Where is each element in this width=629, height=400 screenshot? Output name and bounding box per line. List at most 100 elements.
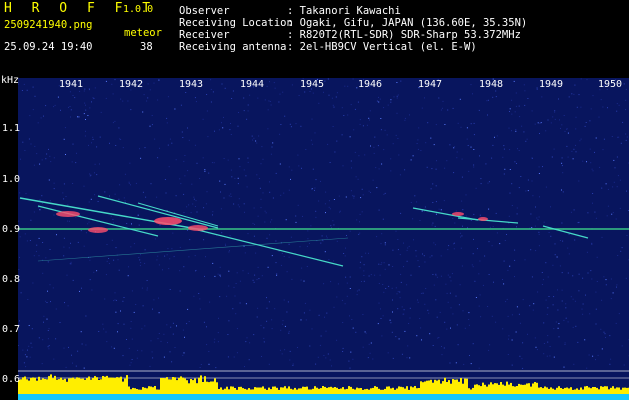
noise-speckle bbox=[537, 122, 539, 124]
signal-level-bar bbox=[82, 378, 84, 394]
noise-speckle bbox=[128, 181, 130, 183]
noise-speckle bbox=[504, 240, 506, 241]
noise-speckle bbox=[41, 159, 43, 161]
noise-speckle bbox=[352, 78, 354, 80]
noise-speckle bbox=[327, 353, 329, 355]
noise-speckle bbox=[581, 308, 583, 310]
meteor-trail bbox=[412, 207, 479, 221]
noise-speckle bbox=[485, 163, 487, 165]
noise-speckle bbox=[409, 357, 411, 359]
noise-speckle bbox=[378, 263, 380, 265]
signal-level-bar bbox=[472, 387, 474, 394]
noise-speckle bbox=[567, 272, 569, 274]
noise-speckle bbox=[333, 199, 335, 200]
noise-speckle bbox=[48, 328, 50, 330]
noise-speckle bbox=[473, 238, 474, 240]
noise-speckle bbox=[390, 158, 392, 160]
noise-speckle bbox=[156, 259, 158, 261]
noise-speckle bbox=[423, 255, 425, 257]
noise-speckle bbox=[190, 212, 192, 214]
noise-speckle bbox=[272, 197, 274, 199]
signal-level-bar bbox=[188, 383, 190, 394]
noise-speckle bbox=[381, 262, 383, 264]
noise-speckle bbox=[227, 356, 229, 358]
noise-speckle bbox=[185, 92, 187, 93]
noise-speckle bbox=[503, 148, 505, 150]
noise-speckle bbox=[449, 276, 451, 278]
noise-speckle bbox=[577, 341, 579, 343]
signal-level-bar bbox=[398, 386, 400, 394]
noise-speckle bbox=[266, 307, 268, 309]
noise-speckle bbox=[70, 263, 72, 265]
signal-level-bar bbox=[156, 389, 158, 394]
noise-speckle bbox=[625, 277, 627, 279]
noise-speckle bbox=[566, 145, 568, 147]
noise-speckle bbox=[534, 337, 536, 339]
noise-speckle bbox=[35, 250, 37, 252]
meteor-trail bbox=[542, 225, 589, 239]
noise-speckle bbox=[603, 331, 605, 333]
signal-level-bar bbox=[606, 386, 608, 394]
noise-speckle bbox=[456, 157, 458, 159]
signal-level-bar bbox=[612, 386, 614, 394]
noise-speckle bbox=[363, 270, 365, 272]
noise-speckle bbox=[565, 317, 567, 319]
noise-speckle bbox=[220, 191, 221, 193]
noise-speckle bbox=[417, 148, 419, 150]
noise-speckle bbox=[379, 98, 381, 100]
noise-speckle bbox=[66, 274, 68, 276]
signal-level-bar bbox=[618, 387, 620, 394]
noise-speckle bbox=[401, 353, 403, 355]
noise-speckle bbox=[194, 97, 196, 99]
noise-speckle bbox=[554, 254, 556, 256]
noise-speckle bbox=[453, 147, 455, 149]
noise-speckle bbox=[84, 135, 86, 137]
noise-speckle bbox=[28, 325, 30, 326]
noise-speckle bbox=[191, 183, 193, 185]
signal-level-bar bbox=[362, 389, 364, 394]
signal-level-bar bbox=[406, 386, 408, 394]
noise-speckle bbox=[595, 137, 597, 139]
noise-speckle bbox=[105, 331, 107, 333]
noise-speckle bbox=[63, 198, 65, 200]
noise-speckle bbox=[166, 122, 168, 124]
noise-speckle bbox=[396, 293, 398, 295]
noise-speckle bbox=[238, 206, 240, 208]
noise-speckle bbox=[435, 299, 437, 301]
noise-speckle bbox=[413, 239, 414, 241]
noise-speckle bbox=[362, 125, 364, 127]
signal-level-bar bbox=[104, 376, 106, 394]
signal-level-bar bbox=[438, 379, 440, 394]
noise-speckle bbox=[587, 272, 589, 274]
noise-speckle bbox=[43, 315, 45, 317]
noise-speckle bbox=[48, 148, 49, 150]
noise-speckle bbox=[167, 342, 168, 344]
noise-speckle bbox=[610, 298, 612, 300]
noise-speckle bbox=[203, 207, 205, 209]
noise-speckle bbox=[253, 235, 255, 237]
signal-level-bar bbox=[392, 387, 394, 394]
noise-speckle bbox=[349, 230, 351, 232]
noise-speckle bbox=[291, 169, 293, 171]
noise-speckle bbox=[567, 321, 569, 323]
noise-speckle bbox=[435, 124, 437, 126]
noise-speckle bbox=[435, 213, 437, 215]
noise-speckle bbox=[103, 328, 105, 330]
noise-speckle bbox=[615, 218, 617, 220]
noise-speckle bbox=[131, 359, 133, 360]
noise-speckle bbox=[407, 247, 409, 249]
noise-speckle bbox=[551, 156, 553, 158]
noise-speckle bbox=[160, 340, 162, 342]
noise-speckle bbox=[129, 162, 131, 164]
signal-level-bar bbox=[374, 386, 376, 394]
noise-speckle bbox=[509, 192, 511, 194]
noise-speckle bbox=[353, 129, 355, 131]
noise-speckle bbox=[63, 138, 65, 140]
noise-speckle bbox=[370, 342, 372, 344]
noise-speckle bbox=[149, 365, 151, 367]
noise-speckle bbox=[391, 287, 393, 289]
noise-speckle bbox=[173, 255, 175, 257]
noise-speckle bbox=[311, 328, 313, 330]
noise-speckle bbox=[354, 108, 356, 110]
noise-speckle bbox=[431, 255, 433, 257]
